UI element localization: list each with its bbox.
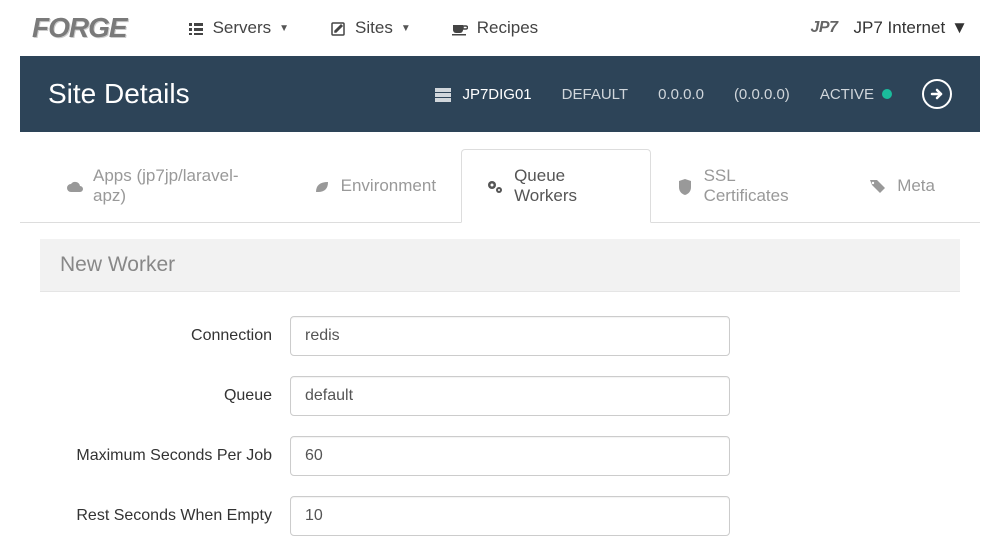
app-logo[interactable]: FORGE <box>32 12 127 44</box>
nav-items: Servers ▼ Sites ▼ Recipes <box>187 18 539 38</box>
rest-seconds-label: Rest Seconds When Empty <box>40 507 290 525</box>
nav-servers[interactable]: Servers ▼ <box>187 18 289 38</box>
queue-label: Queue <box>40 387 290 405</box>
chevron-down-icon: ▼ <box>401 23 411 34</box>
nav-recipes-label: Recipes <box>477 18 538 38</box>
status-badge: ACTIVE <box>820 86 892 103</box>
form-row-max-seconds: Maximum Seconds Per Job <box>40 436 960 476</box>
tab-apps-label: Apps (jp7jp/laravel-apz) <box>93 166 263 206</box>
tab-queue-workers-label: Queue Workers <box>514 166 626 206</box>
tabs: Apps (jp7jp/laravel-apz) Environment Que… <box>20 148 980 223</box>
connection-input[interactable] <box>290 316 730 356</box>
header-meta: JP7DIG01 DEFAULT 0.0.0.0 (0.0.0.0) ACTIV… <box>434 79 952 109</box>
ip-label: 0.0.0.0 <box>658 86 704 103</box>
gears-icon <box>486 176 504 196</box>
form-area: Connection Queue Maximum Seconds Per Job… <box>20 292 980 536</box>
chevron-down-icon: ▼ <box>951 18 968 38</box>
shield-icon <box>676 176 693 196</box>
nav-recipes[interactable]: Recipes <box>451 18 538 38</box>
form-row-queue: Queue <box>40 376 960 416</box>
tab-ssl-label: SSL Certificates <box>704 166 820 206</box>
content: Apps (jp7jp/laravel-apz) Environment Que… <box>0 148 1000 536</box>
tab-queue-workers[interactable]: Queue Workers <box>461 149 651 223</box>
nav-sites-label: Sites <box>355 18 393 38</box>
nav-sites[interactable]: Sites ▼ <box>329 18 411 38</box>
tab-ssl[interactable]: SSL Certificates <box>651 149 844 223</box>
status-dot-icon <box>882 89 892 99</box>
tab-environment[interactable]: Environment <box>288 149 461 223</box>
max-seconds-label: Maximum Seconds Per Job <box>40 447 290 465</box>
arrow-right-button[interactable] <box>922 79 952 109</box>
connection-label: Connection <box>40 327 290 345</box>
tab-environment-label: Environment <box>341 176 436 196</box>
panel-heading: New Worker <box>40 239 960 292</box>
tab-apps[interactable]: Apps (jp7jp/laravel-apz) <box>40 149 288 223</box>
user-menu-label: JP7 Internet <box>854 18 946 38</box>
env-label: DEFAULT <box>562 86 628 103</box>
edit-icon <box>329 18 347 38</box>
page-title: Site Details <box>48 78 190 110</box>
cloud-icon <box>65 176 83 196</box>
ip-paren-label: (0.0.0.0) <box>734 86 790 103</box>
server-icon <box>434 86 452 103</box>
list-icon <box>187 18 205 38</box>
coffee-icon <box>451 18 469 38</box>
leaf-icon <box>313 176 331 196</box>
nav-right: JP7 JP7 Internet ▼ <box>811 18 968 38</box>
server-label: JP7DIG01 <box>434 86 531 103</box>
nav-servers-label: Servers <box>213 18 272 38</box>
form-row-rest-seconds: Rest Seconds When Empty <box>40 496 960 536</box>
rest-seconds-input[interactable] <box>290 496 730 536</box>
user-menu[interactable]: JP7 Internet ▼ <box>854 18 969 38</box>
brand-logo: JP7 <box>811 19 838 37</box>
tag-icon <box>869 176 887 196</box>
max-seconds-input[interactable] <box>290 436 730 476</box>
page-header: Site Details JP7DIG01 DEFAULT 0.0.0.0 (0… <box>20 56 980 132</box>
tab-meta[interactable]: Meta <box>844 149 960 223</box>
navbar: FORGE Servers ▼ Sites ▼ Recipes JP7 JP7 … <box>0 0 1000 56</box>
queue-input[interactable] <box>290 376 730 416</box>
tab-meta-label: Meta <box>897 176 935 196</box>
chevron-down-icon: ▼ <box>279 23 289 34</box>
form-row-connection: Connection <box>40 316 960 356</box>
